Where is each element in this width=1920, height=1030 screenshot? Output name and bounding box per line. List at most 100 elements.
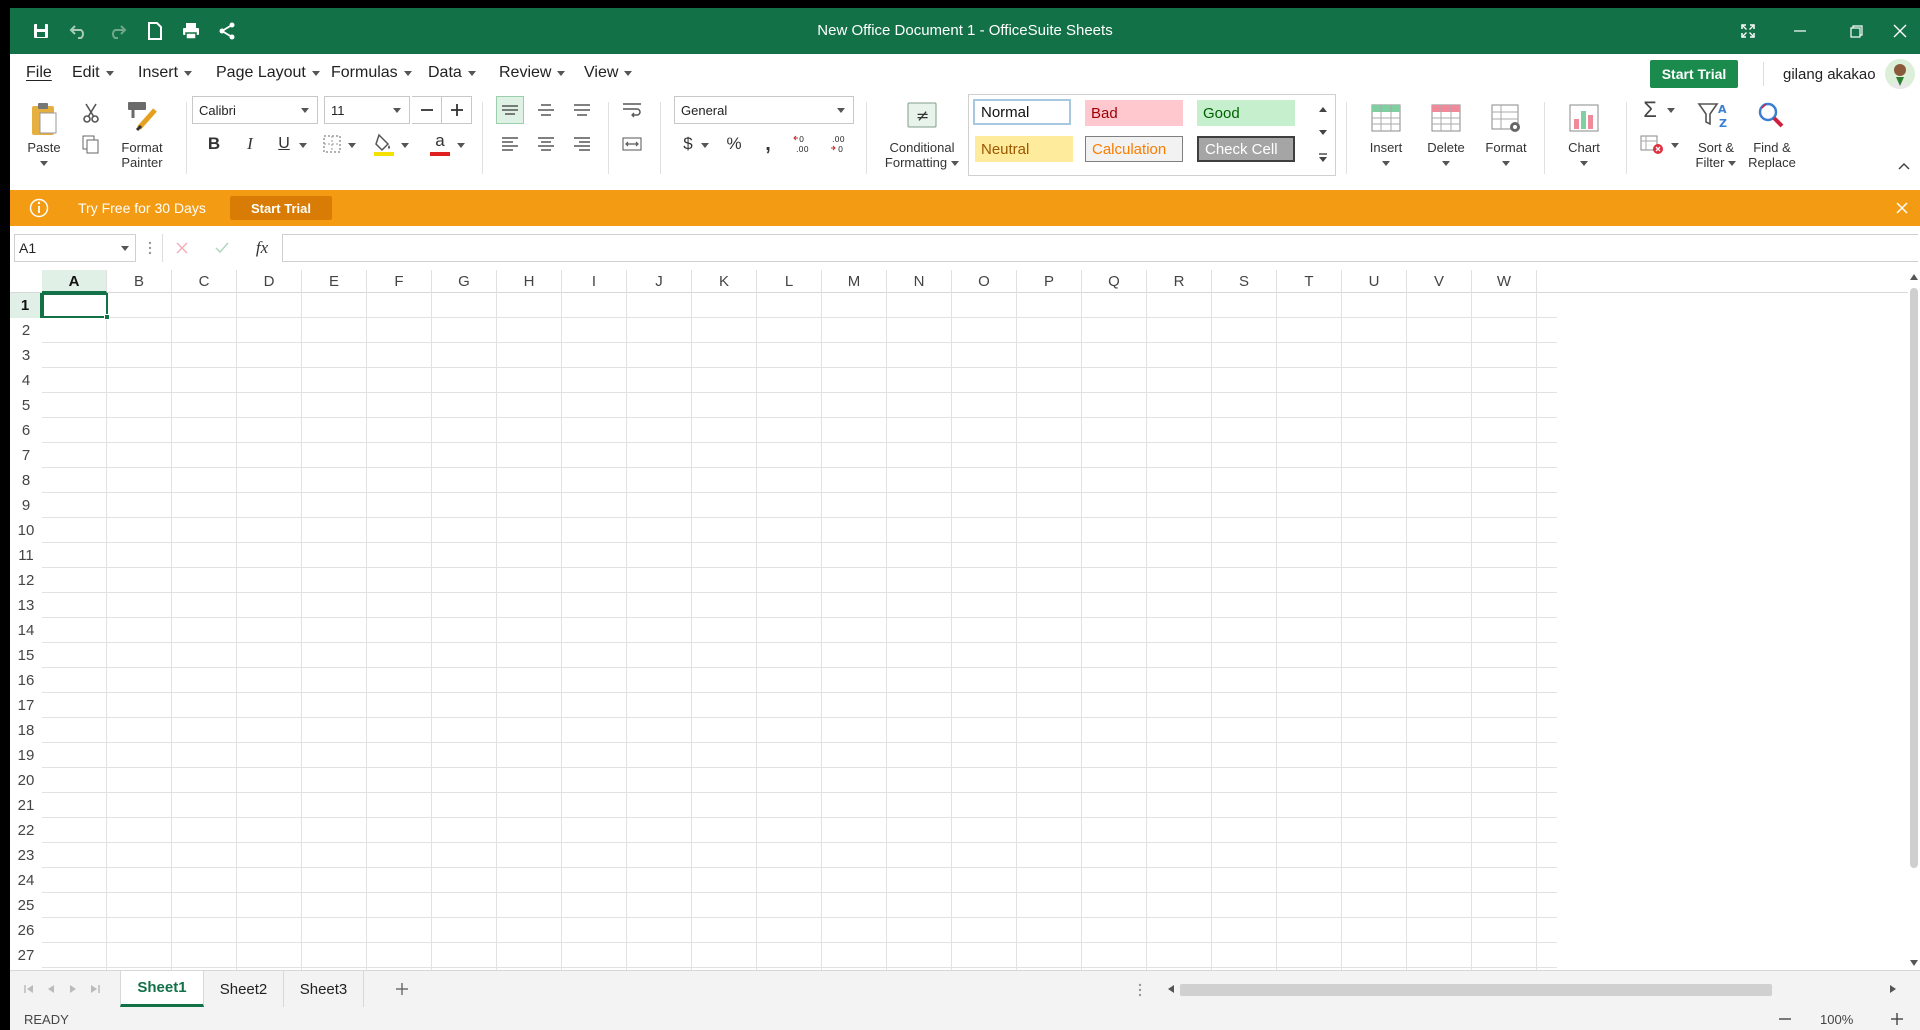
resize-handle-icon[interactable] — [1136, 981, 1144, 999]
user-name[interactable]: gilang akakao — [1783, 66, 1876, 83]
style-bad[interactable]: Bad — [1085, 100, 1183, 126]
fill-color-icon[interactable] — [372, 130, 396, 158]
column-header-o[interactable]: O — [952, 270, 1017, 293]
horizontal-scrollbar[interactable] — [1168, 981, 1898, 997]
decrease-decimal-icon[interactable]: .00 0 — [828, 132, 852, 156]
row-header-25[interactable]: 25 — [10, 893, 42, 918]
banner-start-trial-button[interactable]: Start Trial — [230, 196, 332, 220]
comma-icon[interactable]: , — [758, 132, 778, 156]
close-icon[interactable] — [1880, 16, 1920, 46]
font-name-select[interactable]: Calibri — [192, 96, 318, 124]
format-cells-label[interactable]: Format — [1480, 140, 1532, 155]
bold-icon[interactable]: B — [202, 132, 226, 156]
column-header-w[interactable]: W — [1472, 270, 1537, 293]
insert-cells-label[interactable]: Insert — [1360, 140, 1412, 155]
gallery-up-icon[interactable] — [1315, 101, 1331, 117]
zoom-in-icon[interactable] — [1890, 1012, 1904, 1026]
chart-icon[interactable] — [1566, 100, 1602, 136]
row-header-2[interactable]: 2 — [10, 318, 42, 343]
scroll-right-icon[interactable] — [1890, 985, 1896, 993]
column-header-m[interactable]: M — [822, 270, 887, 293]
selected-cell[interactable] — [42, 293, 108, 318]
row-header-18[interactable]: 18 — [10, 718, 42, 743]
insert-cells-icon[interactable] — [1368, 100, 1404, 136]
gallery-expand-icon[interactable] — [1315, 149, 1331, 167]
row-header-10[interactable]: 10 — [10, 518, 42, 543]
align-bottom-icon[interactable] — [568, 96, 596, 124]
chevron-down-icon[interactable] — [1380, 158, 1392, 168]
style-normal[interactable]: Normal — [973, 99, 1071, 125]
font-size-select[interactable]: 11 — [324, 96, 410, 124]
column-header-c[interactable]: C — [172, 270, 237, 293]
menu-edit[interactable]: Edit — [72, 64, 114, 82]
paste-icon[interactable] — [28, 100, 60, 138]
zoom-out-icon[interactable] — [1778, 1012, 1792, 1026]
autosum-icon[interactable]: Σ — [1638, 96, 1662, 124]
column-header-n[interactable]: N — [887, 270, 952, 293]
fx-icon[interactable]: fx — [250, 236, 274, 260]
font-color-icon[interactable]: a — [428, 130, 452, 158]
scroll-up-icon[interactable] — [1910, 274, 1918, 280]
restore-icon[interactable] — [1836, 16, 1876, 46]
align-center-icon[interactable] — [532, 130, 560, 158]
horizontal-scroll-thumb[interactable] — [1180, 984, 1772, 996]
copy-icon[interactable] — [80, 134, 102, 156]
cut-icon[interactable] — [80, 102, 102, 124]
column-header-j[interactable]: J — [627, 270, 692, 293]
conditional-formatting-label[interactable]: Conditional Formatting — [876, 140, 968, 170]
row-header-15[interactable]: 15 — [10, 643, 42, 668]
fill-handle[interactable] — [104, 314, 110, 320]
chevron-down-icon[interactable] — [1578, 158, 1590, 168]
scroll-left-icon[interactable] — [1168, 985, 1174, 993]
cell-area[interactable] — [42, 293, 1906, 970]
column-header-d[interactable]: D — [237, 270, 302, 293]
sheet-tab-1[interactable]: Sheet1 — [120, 971, 204, 1007]
chart-label[interactable]: Chart — [1560, 140, 1608, 155]
row-header-20[interactable]: 20 — [10, 768, 42, 793]
column-header-e[interactable]: E — [302, 270, 367, 293]
row-header-6[interactable]: 6 — [10, 418, 42, 443]
row-header-12[interactable]: 12 — [10, 568, 42, 593]
prev-sheet-icon[interactable] — [44, 982, 58, 996]
formula-input[interactable] — [282, 234, 1918, 262]
currency-icon[interactable]: $ — [678, 132, 698, 156]
column-header-k[interactable]: K — [692, 270, 757, 293]
column-header-g[interactable]: G — [432, 270, 497, 293]
scroll-down-icon[interactable] — [1910, 960, 1918, 966]
close-banner-icon[interactable] — [1894, 200, 1910, 216]
column-header-l[interactable]: L — [757, 270, 822, 293]
italic-icon[interactable]: I — [238, 132, 262, 156]
align-middle-icon[interactable] — [532, 96, 560, 124]
row-header-21[interactable]: 21 — [10, 793, 42, 818]
column-header-h[interactable]: H — [497, 270, 562, 293]
chevron-down-icon[interactable] — [298, 141, 308, 149]
decrease-font-button[interactable] — [412, 96, 442, 124]
chevron-down-icon[interactable] — [700, 141, 710, 149]
chevron-down-icon[interactable] — [1500, 158, 1512, 168]
zoom-level[interactable]: 100% — [1820, 1012, 1853, 1027]
add-sheet-icon[interactable] — [394, 981, 410, 997]
vertical-scroll-thumb[interactable] — [1910, 288, 1918, 868]
style-neutral[interactable]: Neutral — [975, 136, 1073, 162]
first-sheet-icon[interactable] — [22, 982, 36, 996]
column-header-q[interactable]: Q — [1082, 270, 1147, 293]
format-cells-icon[interactable] — [1488, 100, 1524, 136]
row-header-19[interactable]: 19 — [10, 743, 42, 768]
menu-file[interactable]: File — [26, 64, 52, 82]
vertical-scrollbar[interactable] — [1908, 270, 1920, 970]
collapse-ribbon-icon[interactable] — [1896, 160, 1912, 172]
column-header-s[interactable]: S — [1212, 270, 1277, 293]
percent-icon[interactable]: % — [722, 132, 746, 156]
format-painter-icon[interactable] — [122, 98, 162, 134]
style-check-cell[interactable]: Check Cell — [1197, 136, 1295, 162]
sheet-tab-2[interactable]: Sheet2 — [204, 971, 284, 1007]
menu-formulas[interactable]: Formulas — [331, 64, 412, 82]
column-header-v[interactable]: V — [1407, 270, 1472, 293]
last-sheet-icon[interactable] — [88, 982, 102, 996]
find-replace-label[interactable]: Find & Replace — [1744, 140, 1800, 170]
align-left-icon[interactable] — [496, 130, 524, 158]
align-right-icon[interactable] — [568, 130, 596, 158]
column-header-a[interactable]: A — [42, 270, 107, 293]
gallery-down-icon[interactable] — [1315, 125, 1331, 141]
chevron-down-icon[interactable] — [1670, 141, 1680, 149]
